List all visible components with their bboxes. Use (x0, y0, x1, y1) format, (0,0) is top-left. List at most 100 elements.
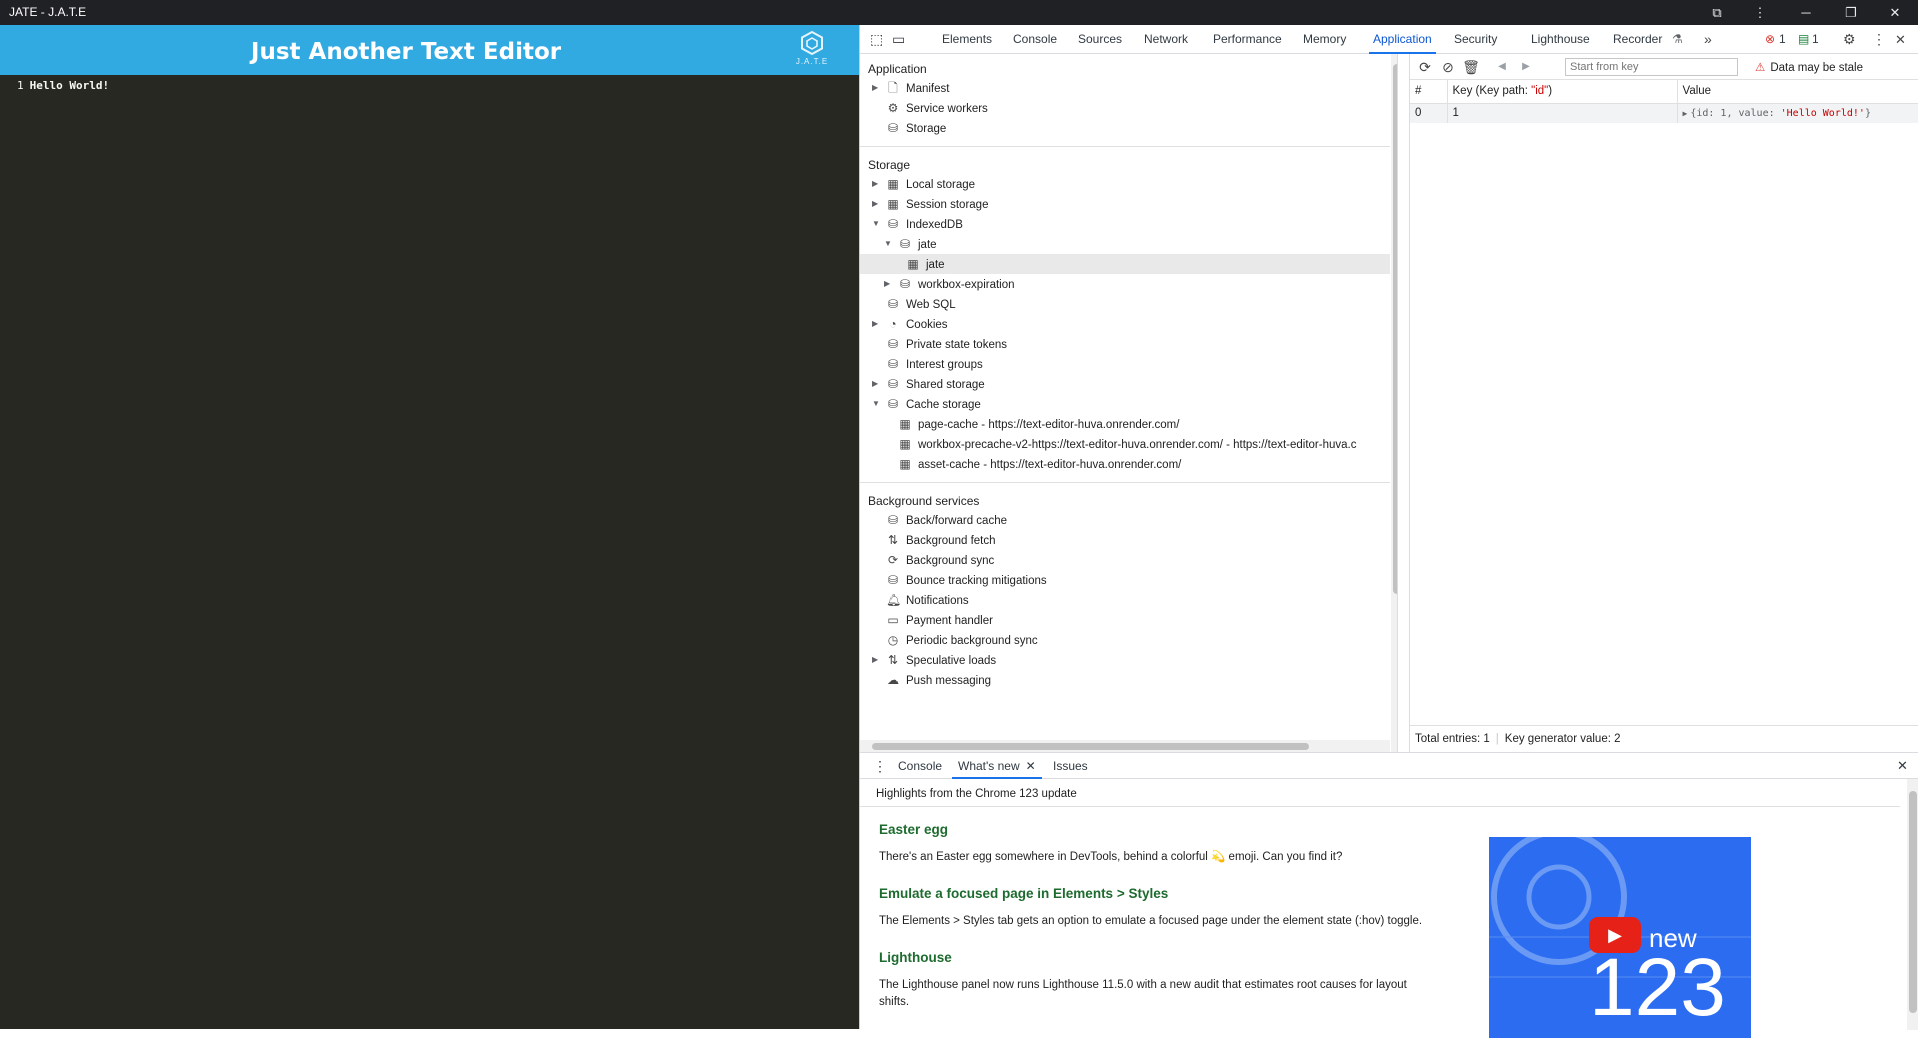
sidebar-item-back-forward-cache[interactable]: ⛁ Back/forward cache (870, 510, 1007, 530)
application-sidebar: Application ▶ 🗋 Manifest ⚙ Service workers … (860, 54, 1398, 752)
clock-icon: ◷ (887, 633, 899, 647)
sidebar-item-page-cache[interactable]: ▦ page-cache - https://text-editor-huva.o… (882, 414, 1179, 434)
editor-text[interactable]: Hello World! (30, 79, 109, 92)
sidebar-item-storage[interactable]: ⛁ Storage (870, 118, 946, 138)
sidebar-item-notifications[interactable]: 🔔︎ Notifications (870, 590, 969, 610)
sidebar-item-speculative-loads[interactable]: ▶ ⇅ Speculative loads (870, 650, 996, 670)
sidebar-item-local-storage[interactable]: ▶ ▦ Local storage (870, 174, 975, 194)
scrollbar-thumb[interactable] (1393, 64, 1397, 594)
file-icon: 🗋 (888, 81, 898, 95)
application-section-header: Application (868, 62, 927, 76)
divider (860, 806, 1900, 807)
window-titlebar: JATE - J.A.T.E ⧉ ⋮ ─ ❐ ✕ (0, 0, 1918, 25)
sidebar-item-session-storage[interactable]: ▶ ▦ Session storage (870, 194, 988, 214)
whats-new-video-thumbnail[interactable]: ▶ new 123 (1489, 837, 1751, 1038)
tab-recorder[interactable]: Recorder (1613, 25, 1662, 54)
sidebar-item-cache-storage[interactable]: ▼ ⛁ Cache storage (870, 394, 981, 414)
sidebar-item-web-sql[interactable]: ⛁ Web SQL (870, 294, 956, 314)
data-view-toolbar: ⟳ ⊘ 🗑︎ ◀ ▶ ⚠Data may be stale (1410, 54, 1918, 80)
warning-icon: ⚠ (1755, 62, 1766, 74)
more-tabs-icon[interactable]: » (1704, 25, 1712, 54)
drawer-tab-issues[interactable]: Issues (1053, 753, 1088, 779)
column-header-key[interactable]: Key (Key path: "id") (1447, 80, 1678, 104)
sidebar-item-indexeddb[interactable]: ▼ ⛁ IndexedDB (870, 214, 963, 234)
sidebar-item-service-workers[interactable]: ⚙ Service workers (870, 98, 988, 118)
prev-page-icon[interactable]: ◀ (1493, 58, 1511, 76)
column-header-index[interactable]: # (1410, 80, 1448, 104)
more-icon[interactable]: ⋮ (1740, 0, 1780, 25)
tab-application[interactable]: Application (1369, 25, 1436, 54)
inspect-icon[interactable]: ⬚ (870, 25, 883, 54)
sidebar-item-background-sync[interactable]: ⟳ Background sync (870, 550, 994, 570)
message-icon[interactable]: ▤ (1798, 25, 1809, 54)
feature-description: The Lighthouse panel now runs Lighthouse… (879, 979, 1407, 1008)
logo-text: J.A.T.E (795, 57, 829, 66)
sidebar-item-db-jate[interactable]: ▼ ⛁ jate (882, 234, 937, 254)
sidebar-item-interest-groups[interactable]: ⛁ Interest groups (870, 354, 983, 374)
indexeddb-data-view: ⟳ ⊘ 🗑︎ ◀ ▶ ⚠Data may be stale # Key (Key… (1409, 54, 1918, 752)
tab-sources[interactable]: Sources (1078, 25, 1122, 54)
arrows-icon: ⇅ (887, 653, 899, 667)
table-icon: ▦ (899, 457, 911, 471)
feature-title[interactable]: Lighthouse (879, 950, 952, 965)
sidebar-item-background-fetch[interactable]: ⇅ Background fetch (870, 530, 996, 550)
message-count[interactable]: 1 (1812, 25, 1819, 54)
drawer-scrollbar[interactable] (1907, 779, 1918, 1030)
start-from-key-input[interactable] (1565, 58, 1738, 76)
sidebar-item-manifest[interactable]: ▶ 🗋 Manifest (870, 78, 949, 98)
sidebar-item-workbox-expiration[interactable]: ▶ ⛁ workbox-expiration (882, 274, 1015, 294)
close-icon[interactable]: ✕ (1875, 0, 1915, 25)
sidebar-item-bounce-tracking[interactable]: ⛁ Bounce tracking mitigations (870, 570, 1047, 590)
table-row[interactable]: 0 1 ▶ {id: 1, value: 'Hello World!'} (1410, 103, 1918, 123)
sidebar-vertical-scrollbar[interactable] (1391, 54, 1397, 752)
code-editor[interactable]: 1 Hello World! (0, 79, 859, 92)
clear-icon[interactable]: ⊘ (1439, 58, 1457, 76)
table-icon: ▦ (907, 257, 919, 271)
tab-lighthouse[interactable]: Lighthouse (1531, 25, 1590, 54)
database-icon: ⛁ (887, 121, 899, 135)
sidebar-item-asset-cache[interactable]: ▦ asset-cache - https://text-editor-huva.… (882, 454, 1181, 474)
sidebar-item-workbox-precache[interactable]: ▦ workbox-precache-v2-https://text-editor… (882, 434, 1356, 454)
video-version-label: 123 (1589, 942, 1726, 1033)
error-count[interactable]: 1 (1779, 25, 1786, 54)
sidebar-item-store-jate[interactable]: ▦ jate (860, 254, 1390, 274)
feature-title[interactable]: Easter egg (879, 822, 948, 837)
sidebar-item-payment-handler[interactable]: ▭ Payment handler (870, 610, 993, 630)
extension-icon[interactable]: ⧉ (1697, 0, 1737, 25)
sidebar-item-shared-storage[interactable]: ▶ ⛁ Shared storage (870, 374, 985, 394)
sidebar-item-periodic-sync[interactable]: ◷ Periodic background sync (870, 630, 1038, 650)
feature-title[interactable]: Emulate a focused page in Elements > Sty… (879, 886, 1168, 901)
minimize-icon[interactable]: ─ (1786, 0, 1826, 25)
sidebar-item-cookies[interactable]: ▶ ◔ Cookies (870, 314, 948, 334)
device-toolbar-icon[interactable]: ▭ (892, 25, 905, 54)
drawer-tab-console[interactable]: Console (898, 753, 942, 779)
tab-performance[interactable]: Performance (1213, 25, 1282, 54)
tab-security[interactable]: Security (1454, 25, 1497, 54)
database-icon: ⛁ (887, 297, 899, 311)
column-header-value[interactable]: Value (1677, 80, 1918, 104)
tab-memory[interactable]: Memory (1303, 25, 1346, 54)
sidebar-horizontal-scrollbar[interactable] (860, 740, 1390, 752)
drawer-tab-whats-new[interactable]: What's new ✕ (952, 753, 1042, 779)
close-drawer-icon[interactable]: ✕ (1897, 753, 1908, 779)
refresh-icon[interactable]: ⟳ (1416, 58, 1434, 76)
close-devtools-icon[interactable]: ✕ (1895, 25, 1906, 54)
tab-console[interactable]: Console (1013, 25, 1057, 54)
customize-menu-icon[interactable]: ⋮ (1872, 25, 1886, 54)
settings-gear-icon[interactable]: ⚙ (1843, 25, 1856, 54)
drawer-menu-icon[interactable]: ⋮ (873, 753, 887, 779)
scrollbar-thumb[interactable] (872, 743, 1309, 750)
tab-elements[interactable]: Elements (942, 25, 992, 54)
gears-icon: ⚙ (887, 101, 899, 115)
restore-icon[interactable]: ❐ (1831, 0, 1871, 25)
cell-value[interactable]: ▶ {id: 1, value: 'Hello World!'} (1677, 103, 1918, 123)
close-tab-icon[interactable]: ✕ (1026, 759, 1036, 773)
next-page-icon[interactable]: ▶ (1517, 58, 1535, 76)
database-icon: ⛁ (887, 357, 899, 371)
scrollbar-thumb[interactable] (1909, 791, 1917, 1013)
delete-icon[interactable]: 🗑︎ (1462, 58, 1480, 76)
tab-network[interactable]: Network (1144, 25, 1188, 54)
sidebar-item-push-messaging[interactable]: ☁ Push messaging (870, 670, 991, 690)
error-icon[interactable]: ⊗ (1765, 25, 1775, 54)
sidebar-item-private-state-tokens[interactable]: ⛁ Private state tokens (870, 334, 1007, 354)
